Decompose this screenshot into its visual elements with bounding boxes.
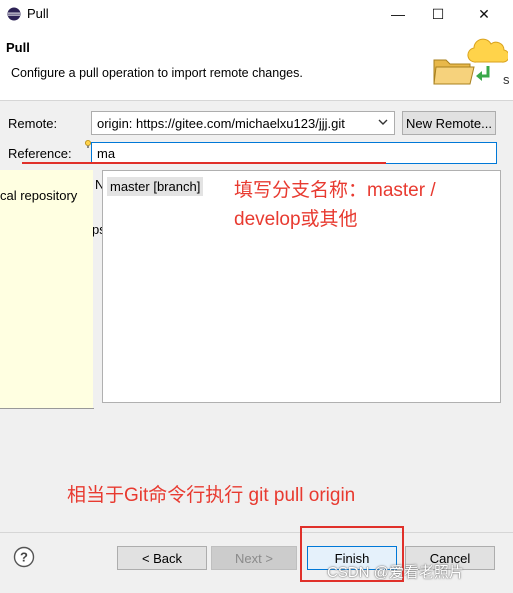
clipped-text: s <box>503 72 510 87</box>
back-button[interactable]: < Back <box>117 546 207 570</box>
back-button-label: < Back <box>141 550 183 566</box>
next-button-label: Next > <box>235 550 273 566</box>
help-icon[interactable]: ? <box>13 546 35 568</box>
title-bar: Pull — ☐ ✕ <box>0 0 513 28</box>
wizard-header: Pull Configure a pull operation to impor… <box>0 28 513 101</box>
clipped-letter: N <box>95 177 102 192</box>
next-button[interactable]: Next > <box>211 546 297 570</box>
remote-select[interactable]: origin: https://gitee.com/michaelxu123/j… <box>91 111 395 135</box>
annotation-text: develop或其他 <box>234 209 358 230</box>
clipped-letter: ps <box>93 222 102 237</box>
chevron-down-icon <box>378 119 388 125</box>
maximize-button[interactable]: ☐ <box>418 0 458 28</box>
content-assist-info-text: cal repository <box>0 188 78 203</box>
minimize-button[interactable]: — <box>378 0 418 28</box>
eclipse-icon <box>7 7 21 21</box>
new-remote-button-label: New Remote... <box>406 115 492 131</box>
maximize-icon: ☐ <box>431 5 445 22</box>
reference-label: Reference: <box>8 146 72 161</box>
annotation-text: 相当于Git命令行执行 git pull origin <box>67 485 356 506</box>
background-strip: N ps <box>93 170 102 408</box>
minimize-icon: — <box>391 6 405 22</box>
close-button[interactable]: ✕ <box>464 0 504 28</box>
new-remote-button[interactable]: New Remote... <box>402 111 496 135</box>
footer-separator <box>0 532 513 533</box>
list-item[interactable]: master [branch] <box>107 177 204 196</box>
watermark: CSDN @爱看老照片 <box>327 564 464 581</box>
remote-select-value: origin: https://gitee.com/michaelxu123/j… <box>97 116 345 131</box>
svg-text:?: ? <box>20 550 28 565</box>
remote-label: Remote: <box>8 116 58 131</box>
annotation-underline <box>22 162 386 164</box>
wizard-title: Pull <box>6 40 30 55</box>
wizard-description: Configure a pull operation to import rem… <box>11 66 303 80</box>
close-icon: ✕ <box>478 5 490 22</box>
window-title: Pull <box>27 6 49 21</box>
content-assist-info-panel: cal repository <box>0 170 94 409</box>
annotation-text: 填写分支名称：master / <box>234 180 436 201</box>
reference-input[interactable]: ma <box>91 142 497 164</box>
pull-folder-cloud-icon <box>433 38 508 85</box>
